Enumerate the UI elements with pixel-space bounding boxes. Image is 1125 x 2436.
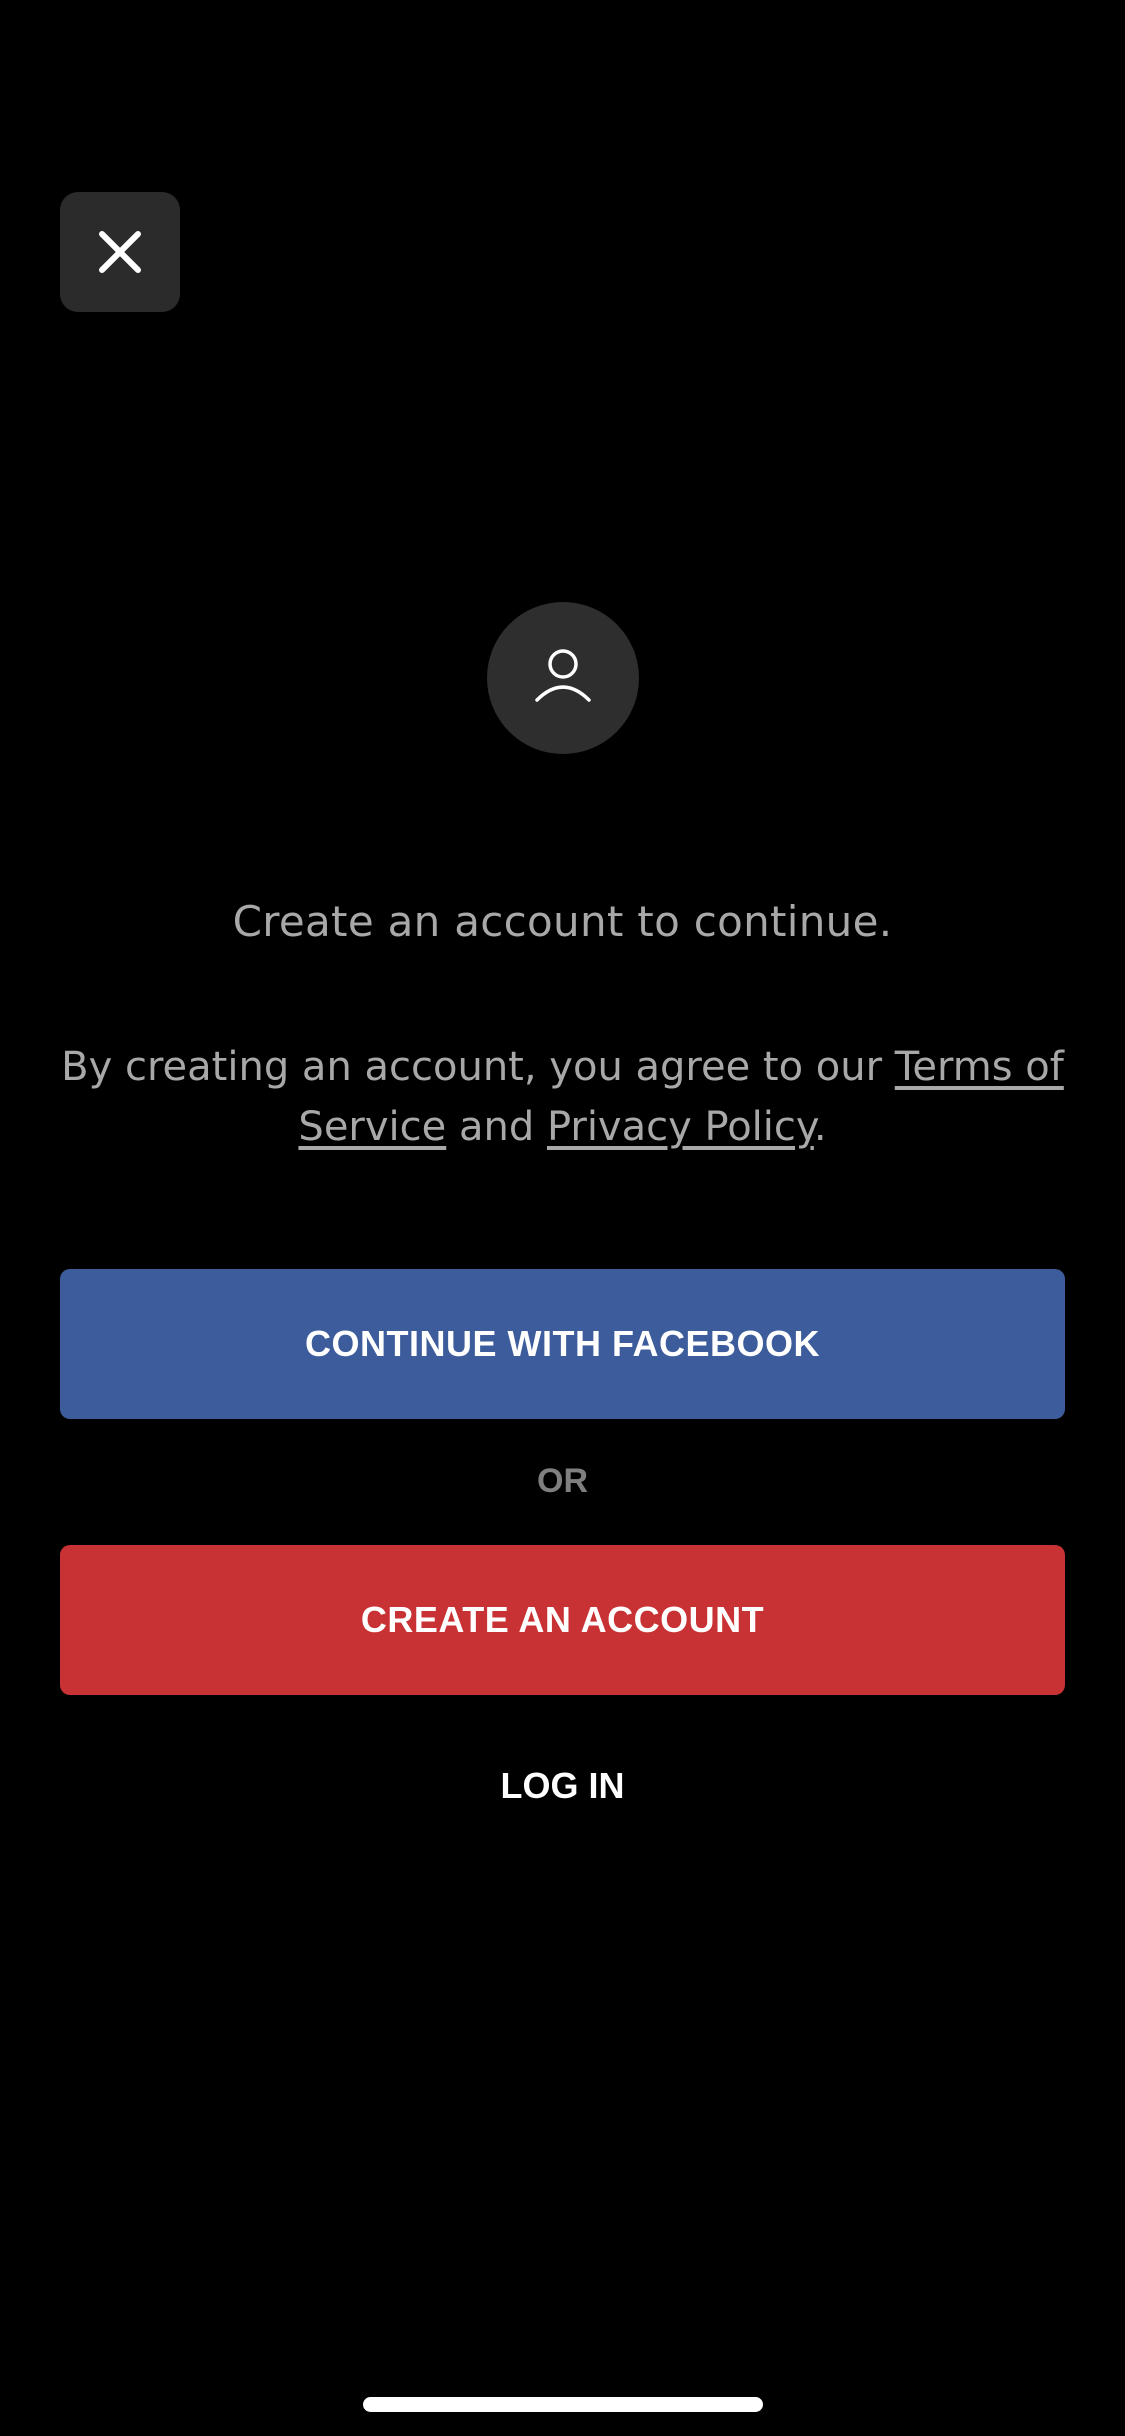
- legal-prefix: By creating an account, you agree to our: [61, 1044, 895, 1090]
- avatar: [487, 602, 639, 754]
- login-link[interactable]: LOG IN: [0, 1765, 1125, 1807]
- legal-conjunction: and: [446, 1104, 547, 1150]
- legal-text: By creating an account, you agree to our…: [60, 1037, 1065, 1157]
- or-divider: OR: [537, 1462, 588, 1500]
- continue-with-facebook-button[interactable]: CONTINUE WITH FACEBOOK: [60, 1269, 1065, 1419]
- close-button[interactable]: [60, 192, 180, 312]
- person-icon: [531, 644, 595, 712]
- close-icon: [98, 230, 142, 274]
- home-indicator[interactable]: [363, 2397, 763, 2412]
- create-account-label: CREATE AN ACCOUNT: [360, 1599, 765, 1640]
- privacy-policy-link[interactable]: Privacy Policy: [547, 1104, 814, 1150]
- create-account-button[interactable]: CREATE AN ACCOUNT: [60, 1545, 1065, 1695]
- headline: Create an account to continue.: [232, 897, 893, 946]
- legal-suffix: .: [813, 1104, 827, 1150]
- continue-with-facebook-label: CONTINUE WITH FACEBOOK: [305, 1323, 820, 1364]
